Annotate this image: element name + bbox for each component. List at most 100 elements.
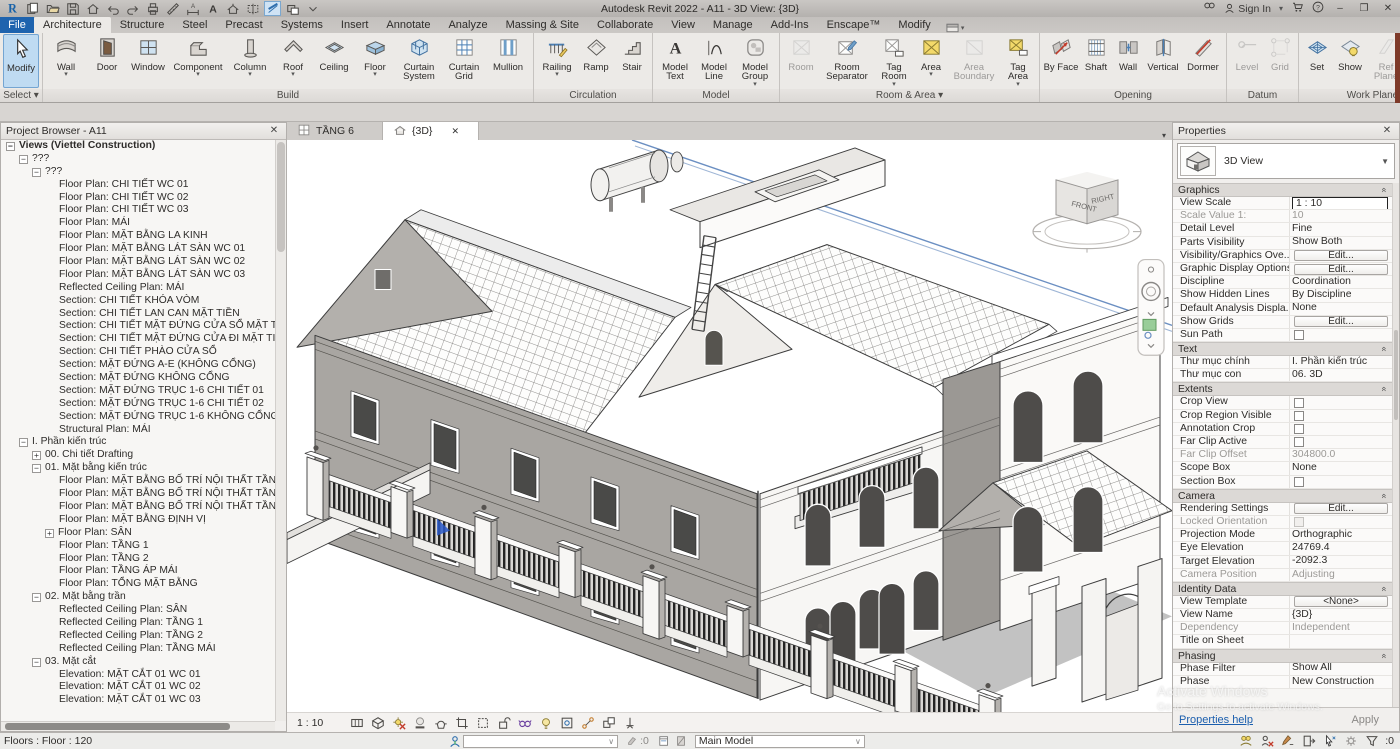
property-value[interactable]: Adjusting — [1292, 569, 1335, 581]
tree-item[interactable]: Floor Plan: TẦNG 1 — [1, 540, 275, 553]
tree-item[interactable]: Floor Plan: MẶT BẰNG LÁT SÀN WC 01 — [1, 243, 275, 256]
home-3d-icon[interactable] — [84, 1, 101, 16]
tree-item[interactable]: Section: CHI TIẾT PHÀO CỬA SỔ — [1, 346, 275, 359]
undo-icon[interactable] — [104, 1, 121, 16]
dimension-icon[interactable]: A — [184, 1, 201, 16]
view-tab-active[interactable]: {3D}✕ — [383, 122, 479, 140]
section-icon[interactable] — [244, 1, 261, 16]
show-crop-region-icon[interactable] — [475, 715, 491, 731]
shaft[interactable]: Shaft — [1080, 34, 1112, 88]
links-icon[interactable] — [1301, 734, 1317, 749]
project-browser-close-icon[interactable]: ✕ — [267, 123, 281, 139]
detail-level-icon[interactable] — [349, 715, 365, 731]
curtain-system[interactable]: Curtain System — [396, 34, 442, 88]
type-selector[interactable]: 3D View ▼ — [1177, 143, 1395, 179]
temporary-hide-isolate-icon[interactable] — [517, 715, 533, 731]
select-toggle-icon[interactable] — [1322, 734, 1338, 749]
exclude-options-icon[interactable] — [673, 734, 689, 749]
value-button[interactable]: <None> — [1294, 596, 1388, 607]
property-value[interactable]: New Construction — [1292, 676, 1374, 688]
tree-item[interactable]: Section: MẶT ĐỨNG TRỤC 1-6 KHÔNG CỔNG — [1, 411, 275, 424]
tree-expander-icon[interactable]: − — [6, 142, 15, 151]
tree-item[interactable]: Elevation: MẶT CẮT 01 WC 03 — [1, 694, 275, 707]
property-value[interactable]: Orthographic — [1292, 529, 1352, 541]
view-tab-inactive[interactable]: TẦNG 6 — [287, 122, 383, 140]
tree-item[interactable]: −01. Mặt bằng kiến trúc — [1, 462, 275, 475]
crop-view-off-icon[interactable] — [454, 715, 470, 731]
sun-path-off-icon[interactable] — [391, 715, 407, 731]
sign-in-button[interactable]: Sign In — [1224, 3, 1271, 15]
ribbon-tab-collaborate[interactable]: Collaborate — [588, 17, 662, 33]
ribbon-tab-modify[interactable]: Modify — [889, 17, 939, 33]
doc-set-icon[interactable] — [24, 1, 41, 16]
reveal-constraints-icon[interactable] — [622, 715, 638, 731]
highlight-displacement-sets-icon[interactable] — [601, 715, 617, 731]
tree-expander-icon[interactable]: − — [32, 593, 41, 602]
ribbon-tab-enscape-[interactable]: Enscape™ — [818, 17, 890, 33]
tree-item[interactable]: Floor Plan: CHI TIẾT WC 03 — [1, 204, 275, 217]
tree-item[interactable]: Elevation: MẶT CẮT 01 WC 02 — [1, 681, 275, 694]
editing-requests-icon[interactable] — [624, 734, 640, 749]
save-icon[interactable] — [64, 1, 81, 16]
tree-item[interactable]: Section: CHI TIẾT KHÓA VÒM — [1, 295, 275, 308]
worksets-icon[interactable] — [1238, 734, 1254, 749]
tree-item[interactable]: Elevation: MẶT CẮT 01 WC 01 — [1, 669, 275, 682]
tree-expander-icon[interactable]: − — [19, 438, 28, 447]
tree-expander-icon[interactable]: − — [19, 155, 28, 164]
tree-item[interactable]: Reflected Ceiling Plan: SÂN — [1, 604, 275, 617]
temporary-view-properties-icon[interactable] — [559, 715, 575, 731]
filter-icon[interactable] — [1364, 734, 1380, 749]
qat-customize-icon[interactable] — [304, 1, 321, 16]
tree-item[interactable]: −Views (Viettel Construction) — [1, 140, 275, 153]
tree-item[interactable]: Section: MẶT ĐỨNG TRỤC 1-6 CHI TIẾT 02 — [1, 398, 275, 411]
property-value[interactable]: -2092.3 — [1292, 556, 1327, 568]
roof[interactable]: Roof▾ — [273, 34, 313, 88]
ribbon-tab-steel[interactable]: Steel — [173, 17, 216, 33]
set-plane[interactable]: Set — [1302, 34, 1332, 88]
model-text[interactable]: AModel Text — [656, 34, 694, 88]
edit-button[interactable]: Edit... — [1294, 250, 1388, 261]
editable-only-icon[interactable] — [1259, 734, 1275, 749]
3d-view-canvas[interactable]: FRONT RIGHT — [287, 140, 1172, 712]
unlocked-3d-view-icon[interactable] — [496, 715, 512, 731]
ribbon-tab-architecture[interactable]: Architecture — [34, 17, 111, 33]
checkbox[interactable] — [1294, 477, 1304, 487]
tree-item[interactable]: −??? — [1, 153, 275, 166]
tree-item[interactable]: Floor Plan: MẶT BẰNG LÁT SÀN WC 02 — [1, 256, 275, 269]
ramp[interactable]: Ramp — [578, 34, 614, 88]
tree-item[interactable]: +Floor Plan: SÂN — [1, 527, 275, 540]
tree-item[interactable]: −I. Phần kiến trúc — [1, 436, 275, 449]
tree-item[interactable]: Floor Plan: MẶT BẰNG BỐ TRÍ NỘI THẤT TẦN… — [1, 501, 275, 514]
apply-button[interactable]: Apply — [1337, 712, 1393, 728]
tree-expander-icon[interactable]: + — [32, 451, 41, 460]
tree-item[interactable]: Reflected Ceiling Plan: MÁI — [1, 282, 275, 295]
ribbon-tab-systems[interactable]: Systems — [272, 17, 332, 33]
property-value[interactable]: 304800.0 — [1292, 449, 1335, 461]
ribbon-tab-add-ins[interactable]: Add-Ins — [762, 17, 818, 33]
properties-close-icon[interactable]: ✕ — [1380, 123, 1394, 139]
ribbon-tab-insert[interactable]: Insert — [332, 17, 378, 33]
tree-item[interactable]: Section: CHI TIẾT MẶT ĐỨNG CỬA ĐI MẶT TI… — [1, 333, 275, 346]
view-scale-button[interactable]: 1 : 10 — [297, 717, 343, 729]
switch-windows-icon[interactable] — [284, 1, 301, 16]
active-workset-select[interactable]: ∨ — [463, 735, 618, 748]
close-button[interactable]: ✕ — [1380, 3, 1396, 14]
railing[interactable]: Railing▾ — [537, 34, 577, 88]
design-option-select[interactable]: Main Model∨ — [695, 735, 865, 748]
property-value[interactable]: I. Phần kiến trúc — [1292, 356, 1367, 368]
tree-expander-icon[interactable]: + — [45, 529, 54, 538]
tree-item[interactable]: Reflected Ceiling Plan: TẦNG MÁI — [1, 643, 275, 656]
property-value[interactable]: None — [1292, 303, 1317, 315]
ribbon-tab-structure[interactable]: Structure — [111, 17, 174, 33]
property-group-header[interactable]: Extents« — [1173, 382, 1392, 396]
column[interactable]: Column▾ — [228, 34, 272, 88]
tree-item[interactable]: Floor Plan: MẶT BẰNG LÁT SÀN WC 03 — [1, 269, 275, 282]
checkbox[interactable] — [1294, 411, 1304, 421]
ribbon-tab-manage[interactable]: Manage — [704, 17, 762, 33]
level-line-handle[interactable] — [1143, 319, 1156, 330]
checkbox[interactable] — [1294, 424, 1304, 434]
stair[interactable]: Stair — [615, 34, 649, 88]
navigation-bar[interactable] — [1138, 260, 1164, 356]
file-tab[interactable]: File — [0, 17, 34, 33]
properties-scrollbar[interactable] — [1392, 183, 1399, 707]
